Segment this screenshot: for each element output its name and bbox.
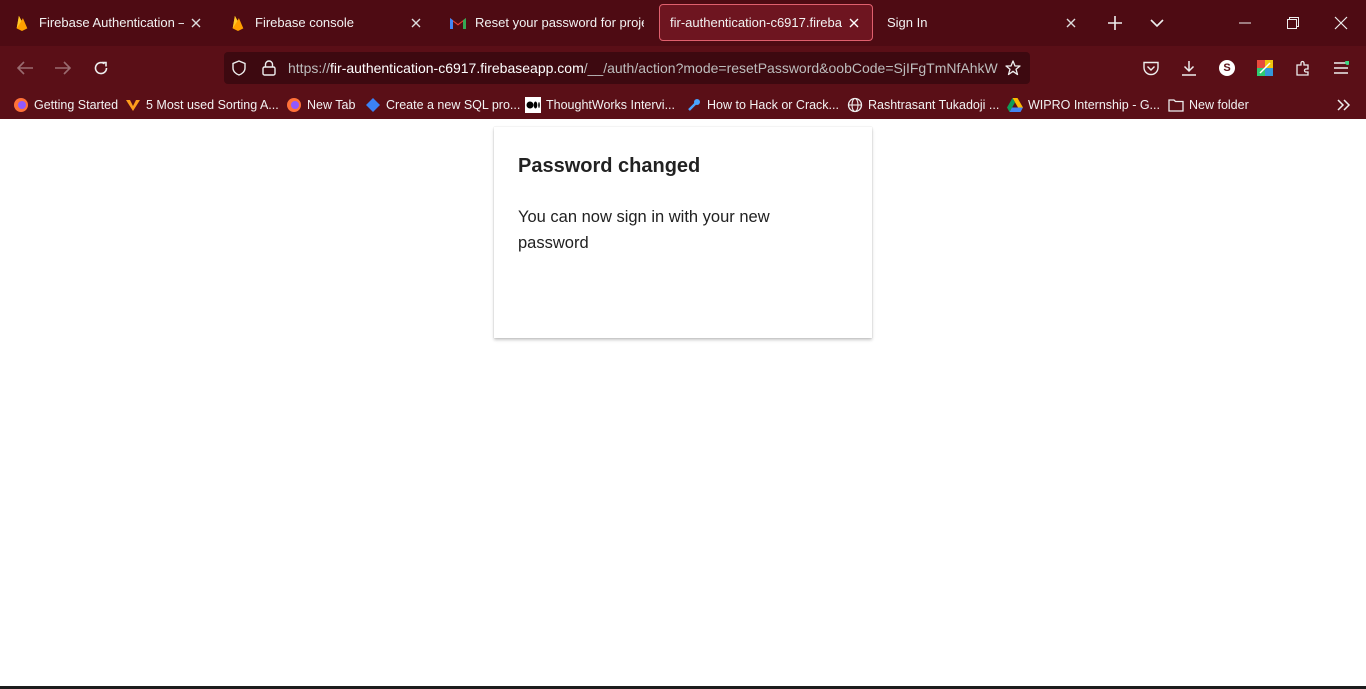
url-path: /__/auth/action?mode=resetPassword&oobCo…	[583, 60, 998, 76]
bookmark-sorting[interactable]: 5 Most used Sorting A...	[125, 94, 279, 115]
downloads-icon[interactable]	[1173, 52, 1205, 84]
tab-label: Firebase Authentication – Real	[39, 15, 184, 30]
tab-fir-authentication-active[interactable]: fir-authentication-c6917.firebaseap	[659, 4, 873, 41]
chevron-double-right-icon[interactable]	[1336, 94, 1352, 115]
folder-icon	[1168, 97, 1184, 113]
tab-firebase-console[interactable]: Firebase console	[220, 4, 434, 41]
browser-chrome: Firebase Authentication – Real Firebase …	[0, 0, 1366, 119]
tab-label: Firebase console	[255, 15, 354, 30]
navigation-toolbar: https://fir-authentication-c6917.firebas…	[0, 46, 1366, 90]
drive-icon	[1007, 97, 1023, 113]
tab-reset-password-gmail[interactable]: Reset your password for proje	[440, 4, 654, 41]
chevron-down-icon[interactable]	[1144, 10, 1170, 36]
card-message: You can now sign in with your new passwo…	[518, 208, 770, 252]
page-content: Password changed You can now sign in wit…	[0, 119, 1366, 687]
menu-hamburger-icon[interactable]	[1325, 52, 1357, 84]
close-icon[interactable]	[846, 15, 862, 31]
minimize-window-icon[interactable]	[1221, 0, 1269, 46]
wrench-icon	[686, 97, 702, 113]
bookmarks-toolbar: Getting Started 5 Most used Sorting A...…	[0, 90, 1366, 119]
pocket-icon[interactable]	[1135, 52, 1167, 84]
bookmark-rashtrasant[interactable]: Rashtrasant Tukadoji ...	[847, 94, 999, 115]
bookmark-new-folder[interactable]: New folder	[1168, 94, 1249, 115]
url-text[interactable]: https://fir-authentication-c6917.firebas…	[288, 60, 998, 76]
gmail-icon	[450, 15, 466, 31]
tab-bar: Firebase Authentication – Real Firebase …	[0, 0, 1366, 46]
bookmark-wipro[interactable]: WIPRO Internship - G...	[1007, 94, 1160, 115]
tab-firebase-authentication[interactable]: Firebase Authentication – Real	[4, 4, 214, 41]
firefox-icon	[286, 97, 302, 113]
close-icon[interactable]	[188, 15, 204, 31]
bookmark-thoughtworks[interactable]: ThoughtWorks Intervi...	[525, 94, 675, 115]
star-bookmark-icon[interactable]	[998, 52, 1028, 84]
new-tab-plus-icon[interactable]	[1102, 10, 1128, 36]
reload-icon[interactable]	[85, 52, 117, 84]
tab-label: Sign In	[887, 15, 928, 30]
tab-tools	[1102, 4, 1170, 41]
bookmark-how-to-hack[interactable]: How to Hack or Crack...	[686, 94, 839, 115]
close-icon[interactable]	[408, 15, 424, 31]
url-host: fir-authentication-c6917.firebaseapp.com	[330, 60, 584, 76]
back-arrow-icon[interactable]	[9, 52, 41, 84]
tab-label: fir-authentication-c6917.firebaseap	[670, 15, 842, 30]
card-title: Password changed	[518, 155, 701, 177]
lock-icon[interactable]	[254, 52, 284, 84]
tab-sign-in[interactable]: Sign In	[877, 4, 1089, 41]
restore-window-icon[interactable]	[1269, 0, 1317, 46]
tab-label: Reset your password for proje	[475, 15, 644, 30]
firebase-icon	[230, 15, 246, 31]
address-bar[interactable]: https://fir-authentication-c6917.firebas…	[224, 52, 1030, 84]
profile-initial: S	[1219, 60, 1235, 76]
extensions-puzzle-icon[interactable]	[1287, 52, 1319, 84]
bookmark-getting-started[interactable]: Getting Started	[13, 94, 118, 115]
shield-icon[interactable]	[224, 52, 254, 84]
medium-icon	[525, 96, 541, 113]
globe-icon	[847, 97, 863, 113]
firebase-icon	[14, 15, 30, 31]
close-window-icon[interactable]	[1317, 0, 1365, 46]
firefox-icon	[13, 97, 29, 113]
diamond-icon	[365, 97, 381, 113]
bookmark-sql-project[interactable]: Create a new SQL pro...	[365, 94, 520, 115]
password-changed-card: Password changed You can now sign in wit…	[494, 127, 872, 338]
bookmark-new-tab[interactable]: New Tab	[286, 94, 355, 115]
forward-arrow-icon[interactable]	[47, 52, 79, 84]
extension-colorful-icon[interactable]	[1249, 52, 1281, 84]
hackerrank-icon	[125, 97, 141, 113]
close-icon[interactable]	[1063, 15, 1079, 31]
profile-avatar[interactable]: S	[1211, 52, 1243, 84]
